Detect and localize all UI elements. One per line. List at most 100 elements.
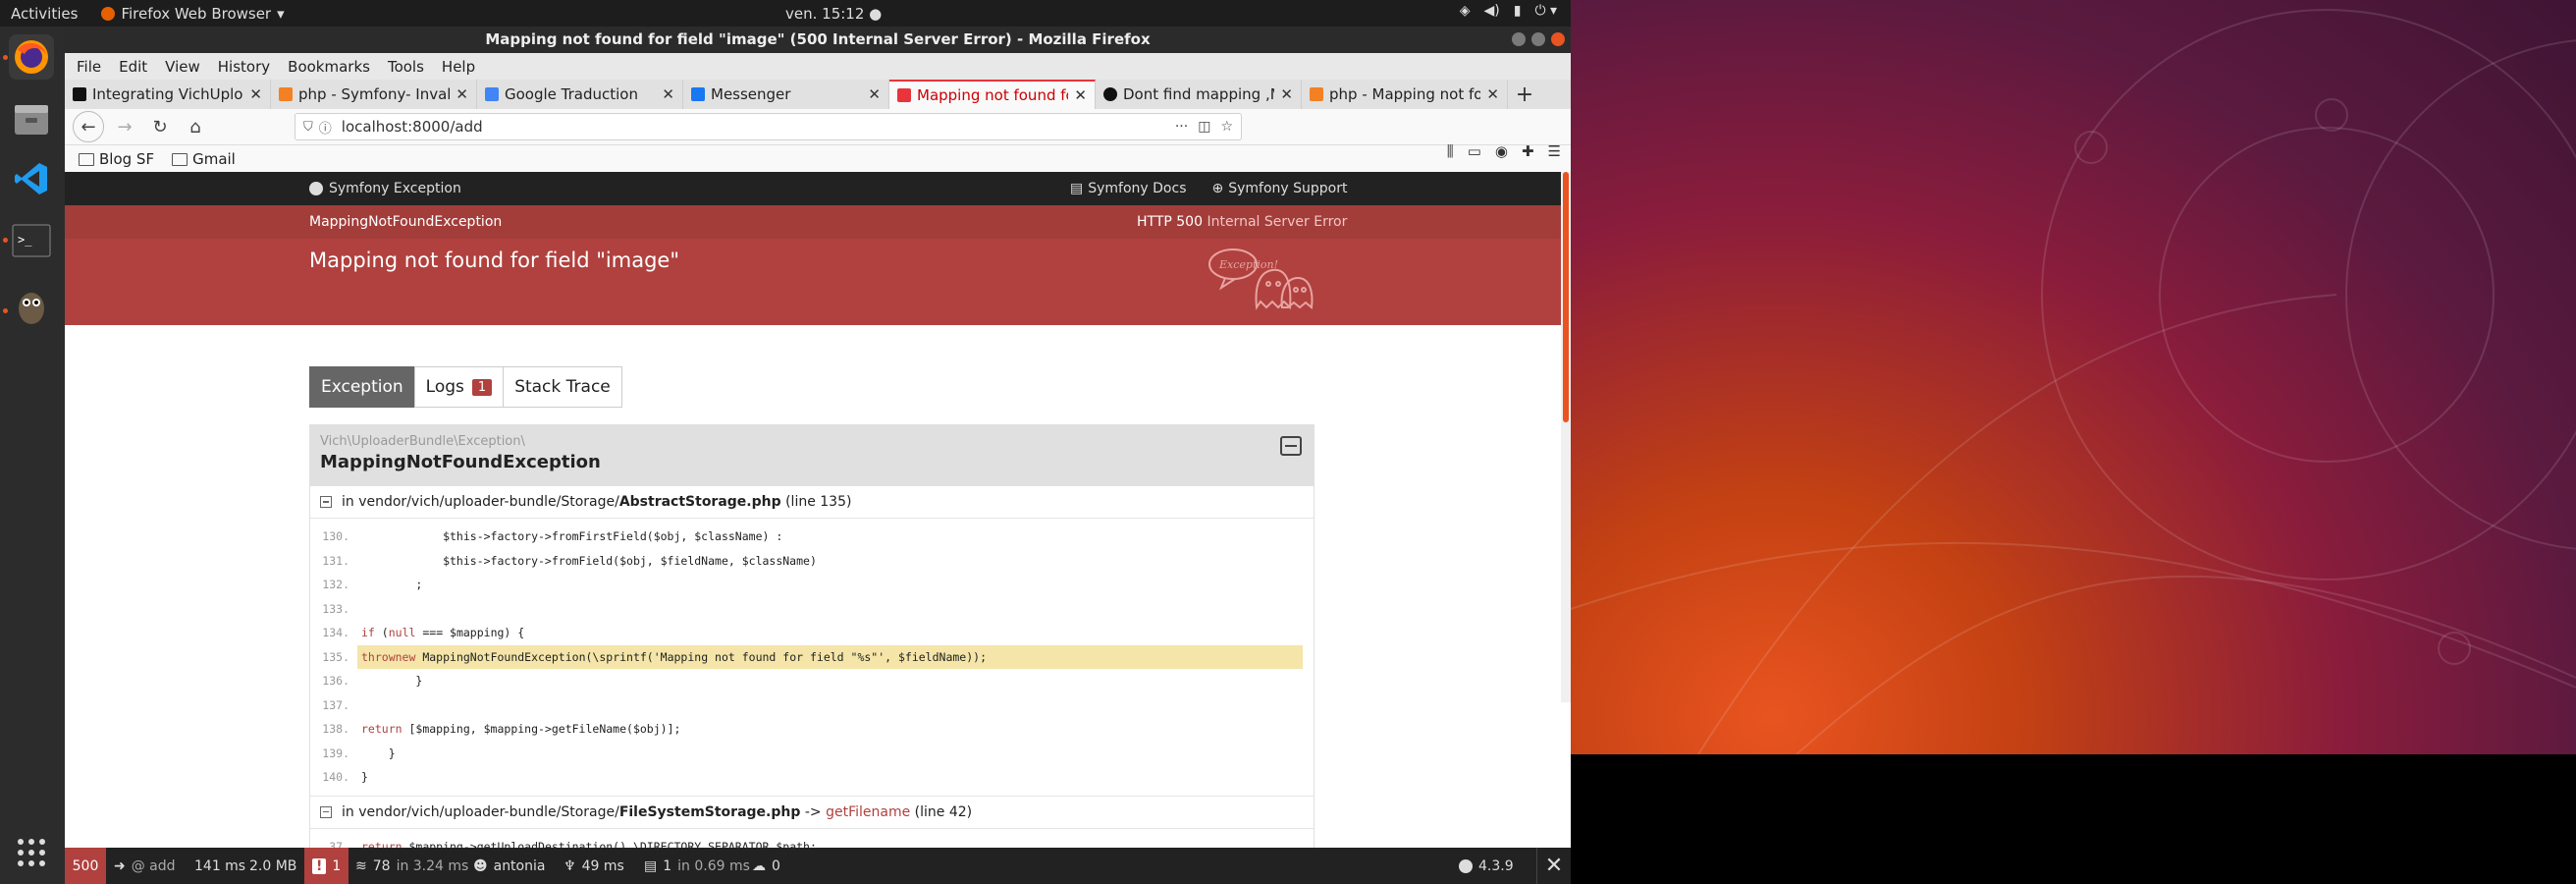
menu-tools[interactable]: Tools [388,58,424,76]
app-grid-icon[interactable] [9,830,54,875]
browser-tab[interactable]: Google Traduction ✕ [477,80,683,109]
firefox-window: Mapping not found for field "image" (500… [65,27,1571,884]
twig-time: 49 ms [581,857,624,874]
extension-icon[interactable]: ✚ [1522,142,1534,160]
app-menu-label: Firefox Web Browser [121,4,272,23]
page-scrollbar[interactable] [1561,172,1571,702]
trace-line[interactable]: in vendor/vich/uploader-bundle/Storage/A… [310,486,1314,519]
trace-file: FileSystemStorage.php [618,803,801,820]
app-menu[interactable]: Firefox Web Browser ▾ [101,4,285,23]
menu-edit[interactable]: Edit [119,58,147,76]
toolbar-errors[interactable]: ! 1 [304,848,349,884]
page-actions-icon[interactable]: ··· [1175,119,1188,135]
toolbar-time[interactable]: 141 ms [194,848,245,884]
trace-prefix: in vendor/vich/uploader-bundle/Storage/ [342,494,619,510]
toolbar-right: ⫼ ▭ ◉ ✚ ☰ [1447,142,1561,160]
dock: >_ [0,27,65,884]
tab-close-icon[interactable]: ✕ [1074,86,1087,104]
toolbar-status[interactable]: 500 [65,848,106,884]
bookmark-folder[interactable]: Blog SF [79,150,154,168]
tab-exception[interactable]: Exception [309,366,415,408]
reload-button[interactable]: ↻ [145,112,175,141]
trace-arrow: -> [800,803,827,820]
url-bar[interactable]: ⛉ ⓘ localhost:8000/add ··· ◫ ☆ [295,113,1242,140]
tab-close-icon[interactable]: ✕ [1280,85,1293,103]
sidebar-icon[interactable]: ▭ [1468,142,1481,160]
bookmark-folder[interactable]: Gmail [172,150,236,168]
folder-icon [79,152,94,166]
browser-tab[interactable]: Dont find mapping ,Ma ✕ [1096,80,1302,109]
browser-tab[interactable]: Messenger ✕ [683,80,889,109]
toolbar-version[interactable]: 4.3.9 [1459,848,1514,884]
toolbar-memory[interactable]: 2.0 MB [249,848,296,884]
toolbar-doctrine[interactable]: ≋ 78 in 3.24 ms [355,848,468,884]
toolbar-cache[interactable]: ▤ 1 in 0.69 ms [644,848,750,884]
desktop-black-area [1571,754,2576,884]
collapse-minus-icon[interactable] [320,805,332,818]
gimp-icon[interactable] [9,284,54,329]
collapse-toggle-icon[interactable] [1280,436,1302,456]
info-icon[interactable]: ⓘ [319,118,332,137]
tab-title: php - Mapping not foun [1329,85,1480,103]
back-button[interactable]: ← [73,111,104,142]
tab-close-icon[interactable]: ✕ [249,85,262,103]
toolbar-twig[interactable]: ♆ 49 ms [564,848,624,884]
symfony-favicon-icon [73,87,86,101]
tab-close-icon[interactable]: ✕ [868,85,881,103]
pocket-icon[interactable]: ◫ [1198,119,1210,135]
ghost-bubble-label: Exception! [1218,258,1278,271]
menu-history[interactable]: History [218,58,270,76]
toolbar-mailer[interactable]: ☁ 0 [752,848,780,884]
account-icon[interactable]: ◉ [1495,142,1508,160]
menu-bookmarks[interactable]: Bookmarks [288,58,370,76]
docs-link[interactable]: ▤ Symfony Docs [1070,181,1186,196]
browser-tab[interactable]: php - Symfony- Invalid ✕ [271,80,477,109]
browser-tab[interactable]: Integrating VichUpload ✕ [65,80,271,109]
url-text[interactable]: localhost:8000/add [342,118,483,136]
tab-close-icon[interactable]: ✕ [456,85,468,103]
stackoverflow-favicon-icon [279,87,293,101]
tab-close-icon[interactable]: ✕ [662,85,674,103]
person-icon: ☻ [473,857,488,874]
terminal-icon[interactable]: >_ [9,218,54,263]
svg-text:>_: >_ [18,233,32,247]
support-link[interactable]: ⊕ Symfony Support [1211,181,1347,196]
errors-count: 1 [332,857,342,874]
clock[interactable]: ven. 15:12 ● [785,5,882,23]
browser-tab-active[interactable]: Mapping not found for ✕ [889,80,1096,109]
error-favicon-icon [897,88,911,102]
tab-stack-trace[interactable]: Stack Trace [503,366,622,408]
library-icon[interactable]: ⫼ [1447,142,1454,160]
shield-icon[interactable]: ⛉ [303,120,313,135]
activities-button[interactable]: Activities [11,5,78,23]
menu-help[interactable]: Help [442,58,475,76]
scrollbar-thumb[interactable] [1563,172,1569,422]
close-window-button[interactable] [1551,32,1565,46]
window-titlebar[interactable]: Mapping not found for field "image" (500… [65,27,1571,53]
home-button[interactable]: ⌂ [181,112,210,141]
route-label: @ add [131,857,176,874]
files-icon[interactable] [9,97,54,142]
menu-file[interactable]: File [77,58,101,76]
tab-close-icon[interactable]: ✕ [1486,85,1499,103]
vscode-icon[interactable] [9,156,54,201]
code-text: ; [361,578,423,592]
trace-line[interactable]: in vendor/vich/uploader-bundle/Storage/F… [310,795,1314,829]
toolbar-close-button[interactable]: ✕ [1536,848,1571,884]
hamburger-menu-icon[interactable]: ☰ [1548,142,1561,160]
menu-view[interactable]: View [165,58,200,76]
bookmark-star-icon[interactable]: ☆ [1220,119,1233,135]
tab-logs[interactable]: Logs 1 [413,366,505,408]
firefox-icon[interactable] [9,34,54,80]
line-number: 139. [322,746,349,760]
toolbar-route[interactable]: ➜ @ add [114,848,176,884]
status-code: 500 [72,857,99,874]
minimize-button[interactable] [1512,32,1526,46]
maximize-button[interactable] [1531,32,1545,46]
collapse-minus-icon[interactable] [320,496,332,508]
forward-button[interactable]: → [110,112,139,141]
browser-tab[interactable]: php - Mapping not foun ✕ [1302,80,1508,109]
new-tab-button[interactable]: + [1508,80,1541,109]
system-tray[interactable]: ◈ ◀) ▮ ⏻ ▾ [1460,3,1557,19]
toolbar-security[interactable]: ☻ antonia [473,848,545,884]
